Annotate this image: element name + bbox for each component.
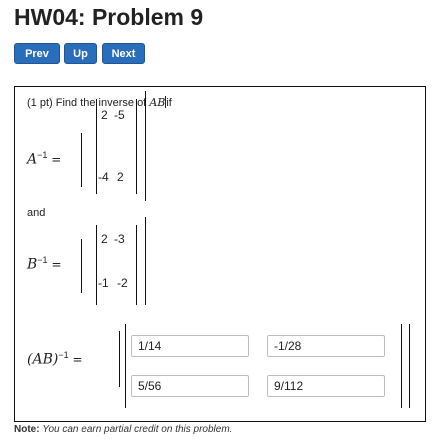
matrix-a-inner-bracket-left (96, 99, 97, 194)
matrix-b-cell-r2c2: -2 (117, 276, 128, 290)
partial-credit-note: Note: You can earn partial credit on thi… (14, 424, 232, 435)
note-label: Note: (14, 424, 40, 435)
prompt-suffix: if (166, 97, 172, 109)
matrix-a-label: A−1 = (27, 150, 61, 168)
answer-exponent: −1 (58, 350, 69, 360)
prompt-math: AB (149, 96, 166, 109)
answer-label: (AB)−1 = (27, 350, 83, 368)
up-button[interactable]: Up (64, 43, 97, 64)
matrix-b-equals: = (51, 257, 62, 272)
answer-equals: = (72, 352, 83, 367)
answer-symbol: (AB) (27, 351, 59, 368)
matrix-b-symbol: B (27, 256, 38, 273)
matrix-b-exponent: −1 (37, 255, 48, 265)
answer-outer-bracket-left (119, 331, 120, 387)
matrix-a-cell-r1c1: 2 (101, 108, 108, 122)
matrix-a-cell-r1c2: -5 (114, 108, 125, 122)
matrix-b-label: B−1 = (27, 255, 62, 273)
answer-field-r2c1[interactable] (131, 375, 249, 397)
answer-outer-bracket-right (409, 324, 410, 408)
page-title: HW04: Problem 9 (14, 4, 204, 30)
points-label: (1 pt) (27, 97, 53, 109)
matrix-b-cell-r1c1: 2 (101, 232, 108, 246)
answer-inner-bracket-left (125, 324, 126, 408)
matrix-b-cell-r2c1: -1 (98, 276, 109, 290)
matrix-b-outer-bracket-right (145, 217, 146, 305)
matrix-b-inner-bracket-right (136, 225, 137, 305)
matrix-b-cell-r1c2: -3 (114, 232, 125, 246)
answer-field-r2c2[interactable] (267, 375, 385, 397)
matrix-a-inner-bracket-right (136, 99, 137, 194)
problem-prompt: (1 pt) Find the inverse of ABif (27, 96, 172, 109)
answer-inner-bracket-right (401, 324, 402, 408)
matrix-a-equals: = (51, 152, 62, 167)
note-text: You can earn partial credit on this prob… (42, 424, 233, 435)
matrix-a-outer-bracket-right (145, 91, 146, 201)
matrix-b-outer-bracket-left (81, 239, 82, 293)
matrix-a-outer-bracket-left (81, 133, 82, 187)
problem-box: (1 pt) Find the inverse of ABif A−1 = 2 … (14, 86, 426, 422)
next-button[interactable]: Next (102, 43, 145, 64)
prev-button[interactable]: Prev (14, 43, 60, 64)
matrix-a-cell-r2c1: -4 (98, 170, 109, 184)
matrix-a-cell-r2c2: 2 (117, 170, 124, 184)
matrix-a-symbol: A (27, 151, 38, 168)
and-text: and (27, 207, 46, 219)
answer-field-r1c1[interactable] (131, 335, 249, 357)
answer-field-r1c2[interactable] (267, 335, 385, 357)
matrix-a-exponent: −1 (37, 150, 48, 160)
matrix-b-inner-bracket-left (96, 225, 97, 305)
